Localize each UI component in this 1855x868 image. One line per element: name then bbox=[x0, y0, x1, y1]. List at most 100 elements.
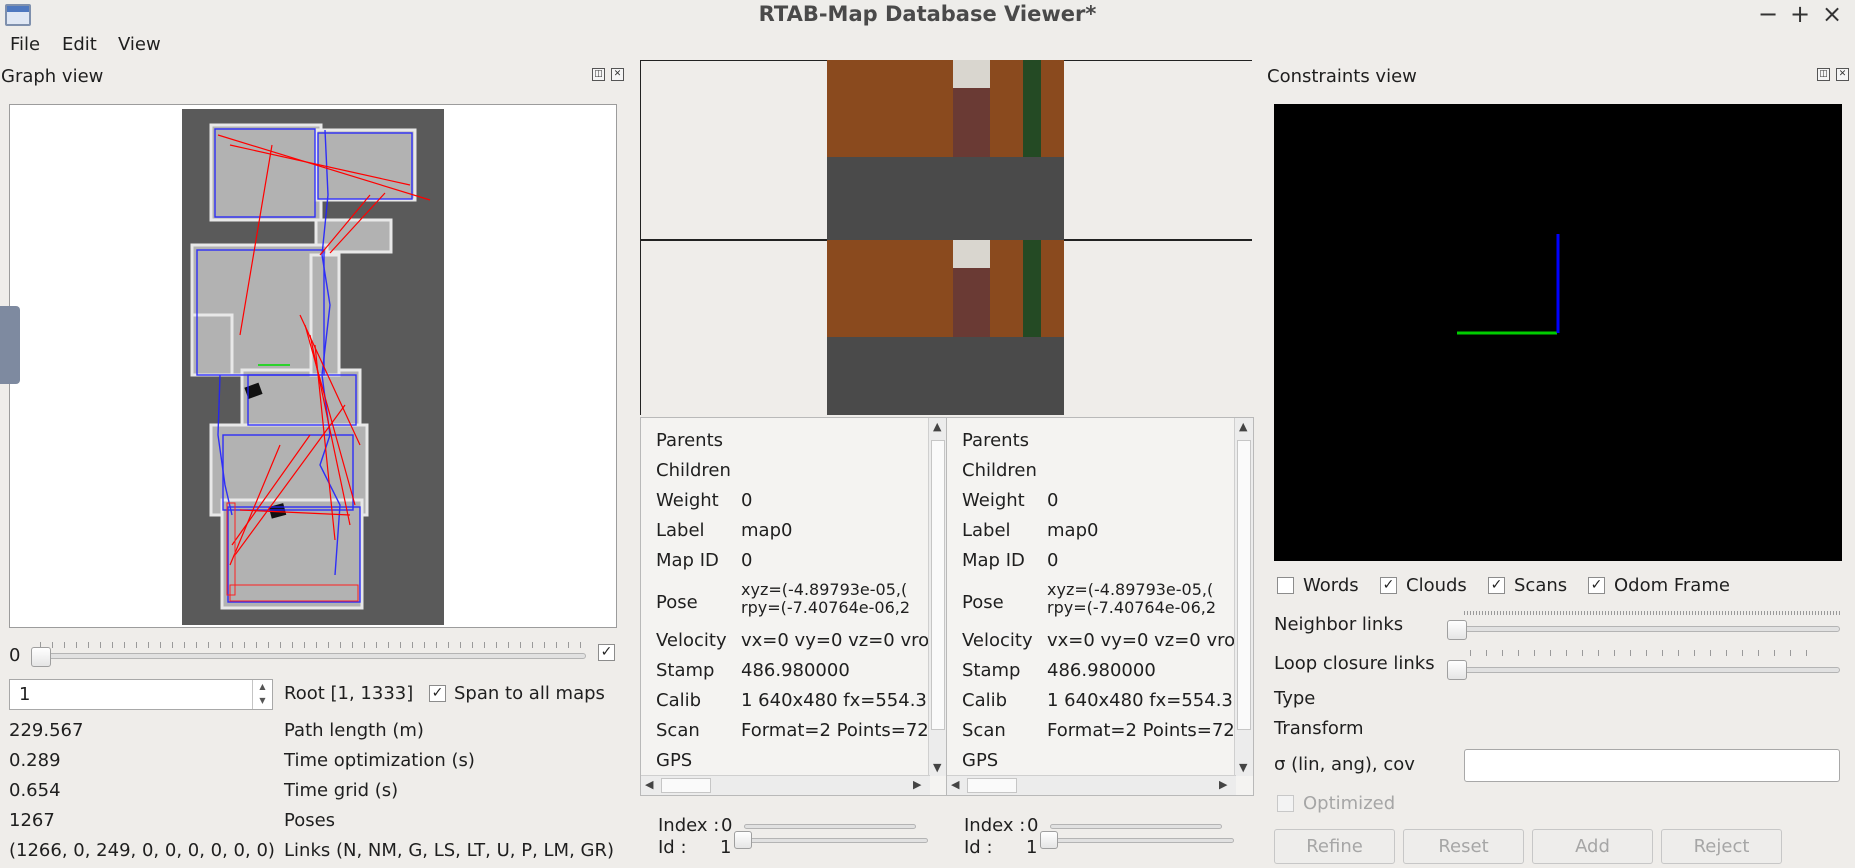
node-info-panel-left[interactable]: Parents Children Weight 0 Label map0 Map I… bbox=[640, 417, 948, 796]
info-key: Calib bbox=[962, 690, 1008, 711]
info-key: GPS bbox=[962, 750, 999, 771]
id-label-right: Id : bbox=[964, 837, 993, 858]
scroll-left-icon[interactable]: ◀ bbox=[645, 778, 653, 791]
index-slider-right[interactable] bbox=[1050, 824, 1222, 829]
float-icon[interactable]: ◫ bbox=[592, 68, 605, 81]
info-value: map0 bbox=[741, 520, 793, 541]
bottom-camera-image bbox=[827, 240, 1064, 415]
id-value-left: 1 bbox=[720, 837, 732, 858]
scroll-down-icon[interactable]: ▼ bbox=[1239, 761, 1247, 774]
constraints-view-title: Constraints view bbox=[1267, 66, 1417, 87]
occupancy-grid-map bbox=[182, 109, 444, 625]
iteration-slider[interactable] bbox=[34, 653, 586, 659]
float-icon[interactable]: ◫ bbox=[1817, 68, 1830, 81]
info-value: Format=2 Points=72 bbox=[741, 720, 929, 741]
scroll-right-icon[interactable]: ▶ bbox=[1219, 778, 1227, 791]
slider-ticks bbox=[1470, 650, 1822, 656]
close-dock-icon[interactable]: ✕ bbox=[1836, 68, 1849, 81]
scroll-right-icon[interactable]: ▶ bbox=[913, 778, 921, 791]
loop-closure-links-slider[interactable] bbox=[1456, 667, 1840, 673]
pose-value: xyz=(-4.89793e-05,(rpy=(-7.40764e-06,2 bbox=[741, 580, 911, 617]
index-label-right: Index : bbox=[964, 815, 1026, 836]
span-all-maps-checkbox[interactable]: ✓ bbox=[429, 685, 446, 702]
scans-checkbox[interactable]: ✓ bbox=[1488, 577, 1505, 594]
horizontal-scrollbar[interactable]: ◀ ▶ bbox=[641, 775, 930, 795]
spin-arrows-icon[interactable]: ▲ ▼ bbox=[252, 680, 272, 709]
neighbor-links-slider[interactable] bbox=[1456, 626, 1840, 632]
optimized-checkbox[interactable] bbox=[1277, 795, 1294, 812]
reset-button[interactable]: Reset bbox=[1403, 829, 1524, 864]
time-grid-label: Time grid (s) bbox=[284, 780, 399, 801]
minimize-button[interactable]: − bbox=[1758, 0, 1778, 28]
vertical-scrollbar[interactable]: ▲ ▼ bbox=[1234, 418, 1253, 776]
clouds-checkbox[interactable]: ✓ bbox=[1380, 577, 1397, 594]
time-optimization-value: 0.289 bbox=[9, 750, 61, 771]
id-slider-right[interactable] bbox=[1042, 838, 1234, 843]
loop-closure-links-slider-handle[interactable] bbox=[1447, 660, 1467, 680]
node-info-panel-right[interactable]: Parents Children Weight 0 Label map0 Map I… bbox=[946, 417, 1254, 796]
path-length-label: Path length (m) bbox=[284, 720, 424, 741]
words-label: Words bbox=[1303, 575, 1359, 596]
info-key: Stamp bbox=[656, 660, 715, 681]
index-value-right: 0 bbox=[1027, 815, 1039, 836]
info-value: 0 bbox=[1047, 490, 1059, 511]
index-value-left: 0 bbox=[721, 815, 733, 836]
words-checkbox[interactable] bbox=[1277, 577, 1294, 594]
scroll-down-icon[interactable]: ▼ bbox=[933, 761, 941, 774]
maximize-button[interactable]: + bbox=[1790, 0, 1810, 28]
info-key: Parents bbox=[962, 430, 1029, 451]
graph-view-title: Graph view bbox=[1, 66, 104, 87]
info-key: Children bbox=[656, 460, 731, 481]
reject-button[interactable]: Reject bbox=[1661, 829, 1782, 864]
window-title: RTAB-Map Database Viewer* bbox=[758, 2, 1097, 26]
odom-frame-checkbox[interactable]: ✓ bbox=[1588, 577, 1605, 594]
info-value: Format=2 Points=72 bbox=[1047, 720, 1235, 741]
scans-label: Scans bbox=[1514, 575, 1568, 596]
horizontal-scrollbar[interactable]: ◀ ▶ bbox=[947, 775, 1236, 795]
root-label: Root [1, 1333] bbox=[284, 683, 414, 704]
ignore-intermediate-checkbox[interactable]: ✓ bbox=[598, 644, 615, 661]
sigma-label: σ (lin, ang), cov bbox=[1274, 754, 1415, 775]
clouds-label: Clouds bbox=[1406, 575, 1467, 596]
side-panel-handle[interactable] bbox=[0, 306, 20, 384]
neighbor-links-slider-handle[interactable] bbox=[1447, 620, 1467, 640]
transform-label: Transform bbox=[1274, 718, 1364, 739]
scrollbar-thumb[interactable] bbox=[1237, 440, 1251, 730]
constraints-3d-view[interactable] bbox=[1274, 104, 1842, 561]
id-slider-handle-right[interactable] bbox=[1040, 831, 1058, 849]
close-dock-icon[interactable]: ✕ bbox=[611, 68, 624, 81]
slider-ticks bbox=[40, 642, 586, 648]
info-value: 486.980000 bbox=[1047, 660, 1156, 681]
id-slider-left[interactable] bbox=[736, 838, 928, 843]
index-label-left: Index : bbox=[658, 815, 720, 836]
info-key: Map ID bbox=[656, 550, 719, 571]
vertical-scrollbar[interactable]: ▲ ▼ bbox=[928, 418, 947, 776]
index-slider-left[interactable] bbox=[744, 824, 916, 829]
scroll-up-icon[interactable]: ▲ bbox=[1239, 420, 1247, 433]
scrollbar-thumb[interactable] bbox=[931, 440, 945, 730]
info-key: Children bbox=[962, 460, 1037, 481]
pose-value: xyz=(-4.89793e-05,(rpy=(-7.40764e-06,2 bbox=[1047, 580, 1217, 617]
scrollbar-thumb[interactable] bbox=[967, 778, 1017, 793]
poses-value: 1267 bbox=[9, 810, 55, 831]
odom-frame-axes bbox=[1457, 234, 1560, 335]
info-key: Weight bbox=[656, 490, 719, 511]
id-slider-handle-left[interactable] bbox=[734, 831, 752, 849]
scroll-up-icon[interactable]: ▲ bbox=[933, 420, 941, 433]
menu-view[interactable]: View bbox=[118, 34, 161, 55]
scroll-left-icon[interactable]: ◀ bbox=[951, 778, 959, 791]
menu-file[interactable]: File bbox=[10, 34, 40, 55]
root-spinbox[interactable]: 1 ▲ ▼ bbox=[9, 679, 273, 710]
image-viewer[interactable] bbox=[640, 60, 1252, 415]
info-key: Calib bbox=[656, 690, 702, 711]
close-button[interactable]: × bbox=[1822, 0, 1842, 28]
info-value: 0 bbox=[1047, 550, 1059, 571]
menu-edit[interactable]: Edit bbox=[62, 34, 97, 55]
sigma-input[interactable] bbox=[1464, 749, 1840, 782]
add-button[interactable]: Add bbox=[1532, 829, 1653, 864]
scrollbar-thumb[interactable] bbox=[661, 778, 711, 793]
info-key: Velocity bbox=[962, 630, 1033, 651]
iteration-slider-handle[interactable] bbox=[31, 647, 51, 667]
refine-button[interactable]: Refine bbox=[1274, 829, 1395, 864]
graph-view-canvas[interactable] bbox=[9, 104, 617, 628]
